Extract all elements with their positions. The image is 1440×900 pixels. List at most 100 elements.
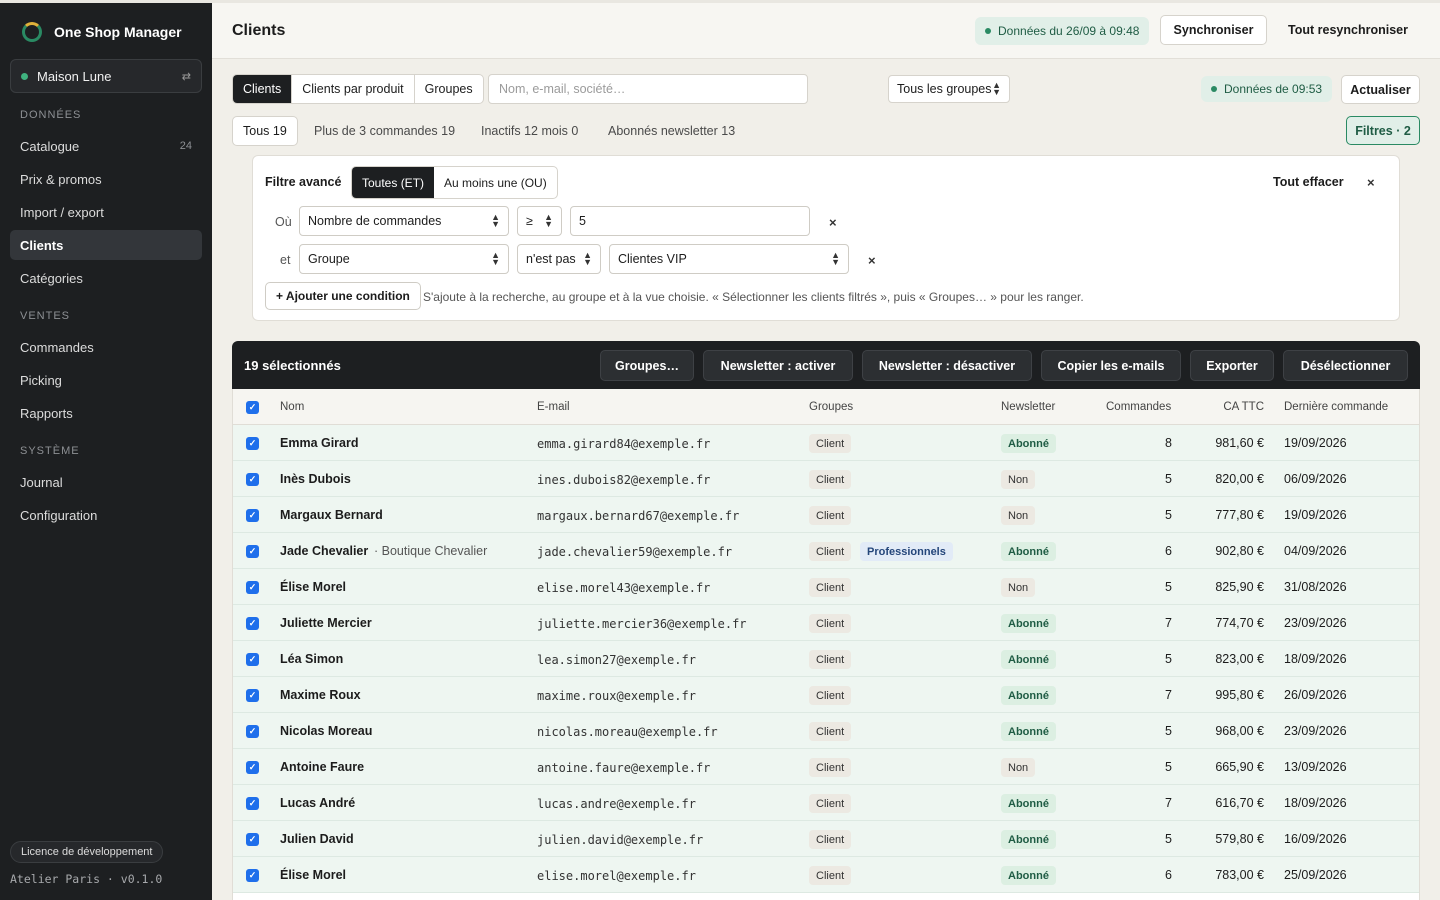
table-row[interactable]: ✓ Maxime Roux maxime.roux@exemple.fr Client…: [233, 677, 1419, 713]
shop-switcher[interactable]: Maison Lune ⇄: [10, 59, 202, 93]
last-order-date: 25/09/2026: [1284, 868, 1347, 882]
revenue-amount: 825,90 €: [1215, 580, 1264, 594]
client-name[interactable]: Nicolas Moreau: [280, 724, 372, 738]
quick-filter-inactive[interactable]: Inactifs 12 mois 0: [471, 116, 588, 146]
sidebar-item-journal[interactable]: Journal: [10, 467, 202, 497]
col-groups[interactable]: Groupes: [809, 401, 853, 413]
quick-filter-all[interactable]: Tous 19: [232, 116, 298, 146]
client-name[interactable]: Léa Simon: [280, 652, 343, 666]
sidebar-item-commandes[interactable]: Commandes: [10, 332, 202, 362]
orders-count: 6: [1165, 868, 1172, 882]
filters-button[interactable]: Filtres · 2: [1346, 116, 1420, 145]
client-name[interactable]: Lucas André: [280, 796, 355, 810]
col-last-order[interactable]: Dernière commande: [1284, 401, 1388, 413]
row-checkbox[interactable]: ✓: [246, 545, 259, 558]
client-name[interactable]: Juliette Mercier: [280, 616, 372, 630]
table-row[interactable]: ✓ Margaux Bernard margaux.bernard67@exempl…: [233, 497, 1419, 533]
refresh-button[interactable]: Actualiser: [1341, 75, 1420, 104]
client-company: · Boutique Chevalier: [374, 544, 488, 558]
col-orders[interactable]: Commandes: [1106, 401, 1171, 413]
table-row[interactable]: ✓ Inès Dubois ines.dubois82@exemple.fr Clie…: [233, 461, 1419, 497]
row-checkbox[interactable]: ✓: [246, 689, 259, 702]
col-email[interactable]: E-mail: [537, 401, 570, 413]
row-checkbox[interactable]: ✓: [246, 473, 259, 486]
tab-clients-par-produit[interactable]: Clients par produit: [292, 75, 415, 103]
sidebar-item-label: Journal: [20, 474, 63, 490]
col-newsletter[interactable]: Newsletter: [1001, 401, 1055, 413]
table-row[interactable]: ✓ Julien David julien.david@exemple.fr Clie…: [233, 821, 1419, 857]
client-name[interactable]: Julien David: [280, 832, 354, 846]
remove-condition-icon[interactable]: ×: [868, 253, 876, 268]
row-checkbox[interactable]: ✓: [246, 761, 259, 774]
sync-button[interactable]: Synchroniser: [1160, 15, 1267, 45]
close-icon[interactable]: ×: [1367, 175, 1375, 190]
resync-all-button[interactable]: Tout resynchroniser: [1278, 15, 1418, 45]
sidebar-item-catalogue[interactable]: Catalogue 24: [10, 131, 202, 161]
newsletter-disable-button[interactable]: Newsletter : désactiver: [862, 350, 1032, 381]
table-row[interactable]: ✓ Emma Girard emma.girard84@exemple.fr Clie…: [233, 425, 1419, 461]
tab-groupes[interactable]: Groupes: [415, 75, 483, 103]
client-name[interactable]: Margaux Bernard: [280, 508, 383, 522]
client-name[interactable]: Élise Morel: [280, 868, 346, 882]
condition-operator-select[interactable]: ≥ ▲ ▼: [517, 206, 562, 236]
clear-all-button[interactable]: Tout effacer: [1273, 175, 1344, 189]
row-checkbox[interactable]: ✓: [246, 725, 259, 738]
row-checkbox[interactable]: ✓: [246, 509, 259, 522]
condition-operator-select[interactable]: n'est pas ▲ ▼: [517, 244, 601, 274]
client-name[interactable]: Maxime Roux: [280, 688, 361, 702]
table-row[interactable]: ✓ Nicolas Moreau nicolas.moreau@exemple.fr…: [233, 713, 1419, 749]
newsletter-badge: Abonné: [1001, 830, 1056, 849]
row-checkbox[interactable]: ✓: [246, 833, 259, 846]
client-name[interactable]: Emma Girard: [280, 436, 359, 450]
sidebar-item-picking[interactable]: Picking: [10, 365, 202, 395]
row-checkbox[interactable]: ✓: [246, 437, 259, 450]
table-row[interactable]: ✓ Jade Chevalier · Boutique Chevalier jade.…: [233, 533, 1419, 569]
row-checkbox[interactable]: ✓: [246, 869, 259, 882]
sidebar-item-clients[interactable]: Clients: [10, 230, 202, 260]
group-select[interactable]: Tous les groupes ▲ ▼: [888, 75, 1010, 103]
select-all-checkbox[interactable]: ✓: [246, 401, 259, 414]
remove-condition-icon[interactable]: ×: [829, 215, 837, 230]
sidebar-item-import-export[interactable]: Import / export: [10, 197, 202, 227]
mode-any[interactable]: Au moins une (OU): [434, 167, 557, 198]
sidebar-item-configuration[interactable]: Configuration: [10, 500, 202, 530]
last-order-date: 31/08/2026: [1284, 580, 1347, 594]
add-condition-button[interactable]: + Ajouter une condition: [265, 282, 421, 310]
export-button[interactable]: Exporter: [1190, 350, 1274, 381]
search-input[interactable]: [488, 74, 808, 104]
condition-field-select[interactable]: Groupe ▲ ▼: [299, 244, 509, 274]
col-name[interactable]: Nom: [280, 401, 304, 413]
quick-filter-newsletter[interactable]: Abonnés newsletter 13: [598, 116, 745, 146]
condition-field-select[interactable]: Nombre de commandes ▲ ▼: [299, 206, 509, 236]
deselect-button[interactable]: Désélectionner: [1283, 350, 1408, 381]
newsletter-enable-button[interactable]: Newsletter : activer: [703, 350, 853, 381]
tab-clients[interactable]: Clients: [233, 75, 293, 103]
condition-value-select[interactable]: Clientes VIP ▲ ▼: [609, 244, 849, 274]
row-checkbox[interactable]: ✓: [246, 653, 259, 666]
quick-filter-more-than-3[interactable]: Plus de 3 commandes 19: [304, 116, 465, 146]
client-name[interactable]: Jade Chevalier: [280, 544, 368, 558]
condition-value-input[interactable]: 5: [570, 206, 810, 236]
table-row[interactable]: ✓ Juliette Mercier juliette.mercier36@exem…: [233, 605, 1419, 641]
row-checkbox[interactable]: ✓: [246, 617, 259, 630]
client-name[interactable]: Antoine Faure: [280, 760, 364, 774]
table-row[interactable]: ✓ Léa Simon lea.simon27@exemple.fr Client Ab…: [233, 641, 1419, 677]
sidebar-item-prix-promos[interactable]: Prix & promos: [10, 164, 202, 194]
table-row[interactable]: ✓ Élise Morel elise.morel43@exemple.fr Clie…: [233, 569, 1419, 605]
row-checkbox[interactable]: ✓: [246, 797, 259, 810]
last-order-date: 23/09/2026: [1284, 724, 1347, 738]
mode-all[interactable]: Toutes (ET): [352, 167, 435, 198]
copy-emails-button[interactable]: Copier les e-mails: [1041, 350, 1181, 381]
groups-action-button[interactable]: Groupes…: [600, 350, 694, 381]
col-revenue[interactable]: CA TTC: [1213, 401, 1264, 413]
sidebar-item-categories[interactable]: Catégories: [10, 263, 202, 293]
table-row[interactable]: ✓ Élise Morel elise.morel@exemple.fr Client…: [233, 857, 1419, 893]
app-name: One Shop Manager: [54, 24, 182, 40]
client-name[interactable]: Inès Dubois: [280, 472, 351, 486]
row-checkbox[interactable]: ✓: [246, 581, 259, 594]
newsletter-badge: Non: [1001, 506, 1036, 525]
table-row[interactable]: ✓ Antoine Faure antoine.faure@exemple.fr Cl…: [233, 749, 1419, 785]
table-row[interactable]: ✓ Lucas André lucas.andre@exemple.fr Client…: [233, 785, 1419, 821]
client-name[interactable]: Élise Morel: [280, 580, 346, 594]
sidebar-item-rapports[interactable]: Rapports: [10, 398, 202, 428]
